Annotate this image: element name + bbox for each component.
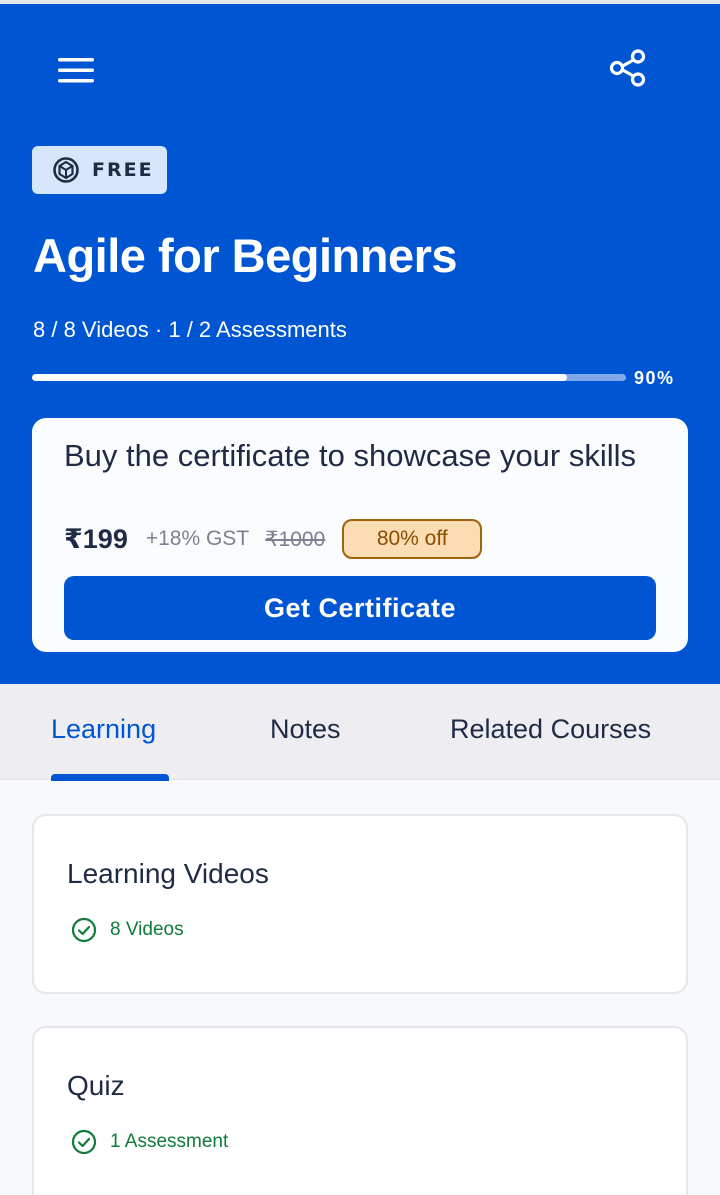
section-status-text: 8 Videos [110,919,184,940]
original-price: ₹1000 [265,527,326,551]
price: ₹199 [64,523,128,554]
check-circle-icon [71,917,97,943]
certificate-card: Buy the certificate to showcase your ski… [32,418,688,652]
course-progress-bar [32,374,626,381]
course-logo-icon [53,157,79,183]
course-meta: 8 / 8 Videos · 1 / 2 Assessments [33,317,347,342]
section-title: Learning Videos [67,858,269,889]
section-status-text: 1 Assessment [110,1131,229,1152]
hamburger-menu-icon [58,58,94,83]
free-badge: FREE [32,146,167,194]
get-certificate-button[interactable]: Get Certificate [64,576,656,640]
certificate-heading: Buy the certificate to showcase your ski… [64,438,637,473]
tab-learning[interactable]: Learning [51,714,156,745]
price-row: ₹199 +18% GST ₹1000 80% off [64,519,483,559]
section-status: 1 Assessment [70,1128,228,1156]
course-progress-percent: 90% [634,368,675,388]
active-tab-indicator [51,774,169,781]
course-hero: FREE Agile for Beginners 8 / 8 Videos · … [0,4,720,684]
check-circle-icon [71,1129,97,1155]
discount-badge: 80% off [342,519,483,559]
menu-button[interactable] [52,48,100,92]
section-card-learning-videos[interactable]: Learning Videos 8 Videos [32,814,688,994]
share-button[interactable] [604,44,652,92]
section-status: 8 Videos [70,916,184,944]
free-badge-label: FREE [92,159,154,181]
share-icon [609,49,646,87]
tab-related-courses[interactable]: Related Courses [450,714,651,745]
gst-note: +18% GST [145,527,250,550]
tab-notes[interactable]: Notes [270,714,341,745]
course-tabs: Learning Notes Related Courses [0,684,720,781]
section-title: Quiz [67,1070,125,1101]
course-title: Agile for Beginners [33,229,458,282]
course-progress-fill [32,374,567,381]
section-card-quiz[interactable]: Quiz 1 Assessment [32,1026,688,1195]
